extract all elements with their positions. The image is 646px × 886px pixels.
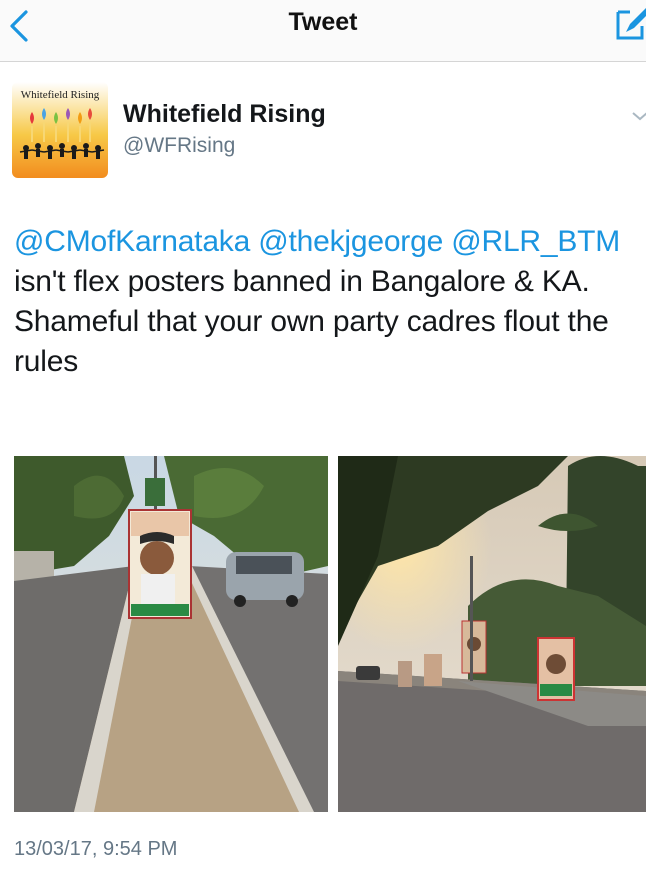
- tweet-photo[interactable]: [14, 456, 328, 812]
- tweet-timestamp: 13/03/17, 9:54 PM: [14, 838, 178, 860]
- avatar[interactable]: Whitefield Rising: [12, 82, 108, 178]
- mention-link[interactable]: @CMofKarnataka: [14, 225, 250, 258]
- author-display-name[interactable]: Whitefield Rising: [123, 100, 326, 129]
- tweet-header: Whitefield Rising Whitefield Rising @WFR…: [0, 62, 646, 192]
- compose-button[interactable]: [612, 6, 646, 44]
- author-handle[interactable]: @WFRising: [123, 134, 235, 158]
- tweet-body-text: isn't flex posters banned in Bangalore &…: [14, 265, 609, 378]
- mention-link[interactable]: @thekjgeorge: [258, 225, 443, 258]
- tweet-photo[interactable]: [338, 456, 646, 812]
- tweet-menu-button[interactable]: [630, 106, 646, 126]
- mention-link[interactable]: @RLR_BTM: [451, 225, 620, 258]
- compose-icon: [616, 8, 646, 40]
- page-title: Tweet: [288, 8, 358, 36]
- tweet-text: @CMofKarnataka @thekjgeorge @RLR_BTM isn…: [14, 222, 642, 382]
- navigation-bar: Tweet: [0, 0, 646, 62]
- svg-text:Whitefield Rising: Whitefield Rising: [21, 89, 100, 101]
- chevron-down-icon: [632, 112, 646, 121]
